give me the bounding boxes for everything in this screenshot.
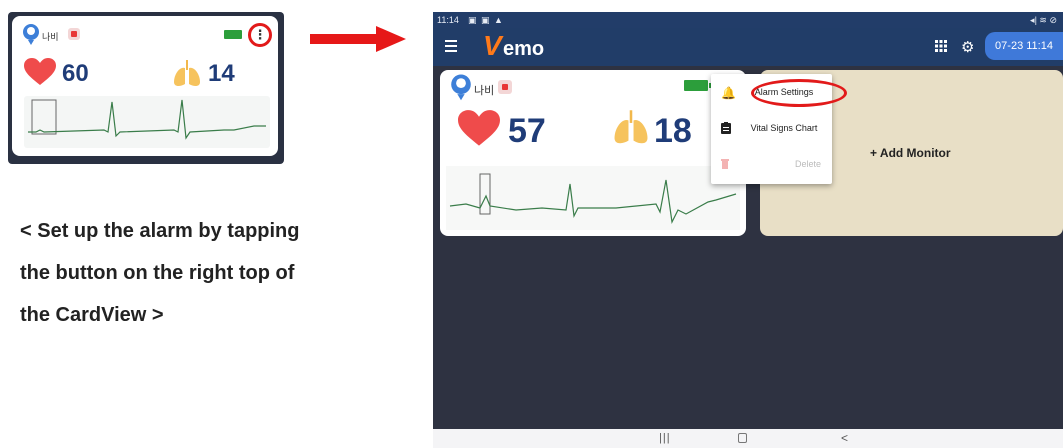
patient-card[interactable]: 나비 🔔 57 18 <box>440 70 746 236</box>
patient-name: 나비 <box>474 85 495 97</box>
datetime-button[interactable]: 07-23 11:14 <box>985 32 1063 60</box>
recent-apps-button[interactable]: ||| <box>659 432 671 444</box>
respiration-rate-value: 18 <box>654 112 692 150</box>
arrow-right-icon <box>310 26 406 52</box>
back-button[interactable]: < <box>841 431 848 445</box>
notification-icons: ▣ ▣ ▲ <box>468 15 504 25</box>
app-bar: V emo ⚙ 07-23 11:14 <box>433 28 1063 66</box>
menu-item-label: Delete <box>794 159 821 169</box>
battery-icon <box>224 30 242 39</box>
battery-icon <box>684 80 711 91</box>
record-icon[interactable] <box>68 28 80 40</box>
menu-item-label: Vital Signs Chart <box>750 123 818 133</box>
app-logo-text: emo <box>503 38 545 60</box>
heart-rate-value: 60 <box>62 60 89 87</box>
caption-line-3: the CardView > <box>20 304 164 326</box>
highlight-circle <box>751 79 847 107</box>
home-button[interactable] <box>738 433 747 443</box>
lungs-icon <box>614 110 648 144</box>
menu-icon[interactable] <box>443 38 459 54</box>
menu-item-vital-signs-chart[interactable]: Vital Signs Chart <box>711 114 832 144</box>
heart-icon <box>458 110 500 146</box>
caption-line-2: the button on the right top of <box>20 262 295 284</box>
add-monitor-label: + Add Monitor <box>870 146 951 160</box>
patient-card-small: 나비 ⋮ 60 14 <box>12 16 278 156</box>
status-time: 11:14 <box>437 15 459 25</box>
ecg-waveform <box>24 96 270 148</box>
clipboard-icon <box>721 122 731 134</box>
lungs-icon <box>174 60 200 87</box>
trash-icon <box>721 159 729 169</box>
system-nav-bar: ||| < <box>433 429 1063 448</box>
app-logo-letter: V <box>483 30 502 61</box>
avatar-icon <box>451 74 471 101</box>
kebab-menu-button[interactable]: ⋮ <box>248 23 272 47</box>
heart-rate-value: 57 <box>508 112 546 150</box>
caption-line-1: < Set up the alarm by tapping <box>20 220 300 242</box>
cardview-thumbnail: 나비 ⋮ 60 14 <box>8 12 284 164</box>
system-icons: ◂| ≋ ⊘ <box>1030 15 1057 25</box>
tablet-screen: 11:14 ▣ ▣ ▲ ◂| ≋ ⊘ V emo ⚙ 07-23 11:14 나… <box>433 12 1063 448</box>
instruction-caption: < Set up the alarm by tapping the button… <box>20 210 420 336</box>
ecg-waveform <box>446 166 740 230</box>
avatar-icon <box>23 24 39 45</box>
menu-item-delete[interactable]: Delete <box>711 150 832 180</box>
status-bar: 11:14 ▣ ▣ ▲ ◂| ≋ ⊘ <box>433 12 1063 28</box>
respiration-rate-value: 14 <box>208 60 235 87</box>
gear-icon[interactable]: ⚙ <box>961 38 974 56</box>
bell-icon: 🔔 <box>721 86 736 100</box>
patient-name: 나비 <box>42 32 59 42</box>
grid-icon[interactable] <box>935 40 947 52</box>
record-icon[interactable] <box>498 80 512 94</box>
heart-icon <box>24 58 56 85</box>
